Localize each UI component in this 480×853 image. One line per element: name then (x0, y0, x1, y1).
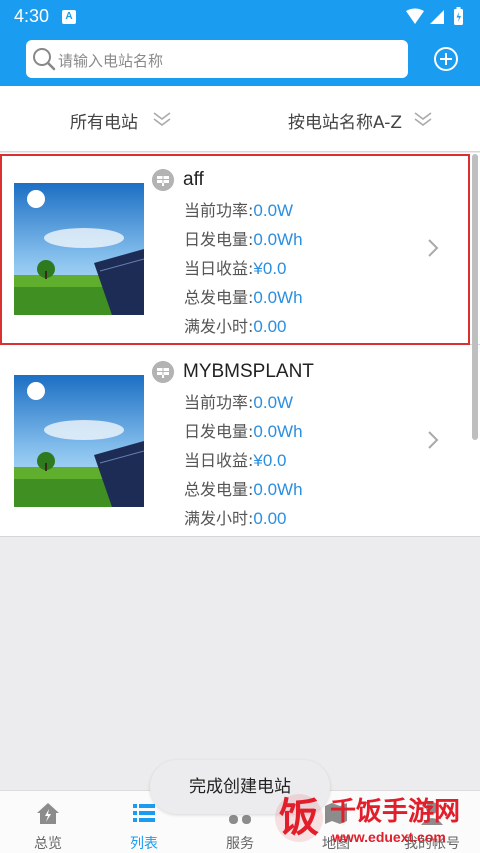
status-time: 4:30 (14, 6, 50, 26)
station-name: aff (183, 169, 204, 190)
metric-label: 总发电量: (184, 288, 254, 307)
daily-income-row: 当日收益:¥0.0 (184, 450, 303, 479)
station-list-item[interactable]: MYBMSPLANT 当前功率:0.0W 日发电量:0.0Wh 当日收益:¥0.… (0, 345, 480, 537)
total-generation-row: 总发电量:0.0Wh (184, 479, 303, 508)
filter-bar: 所有电站 按电站名称A-Z (0, 86, 480, 152)
chevron-down-icon (153, 112, 171, 126)
station-list-item[interactable]: aff 当前功率:0.0W 日发电量:0.0Wh 当日收益:¥0.0 总发电量:… (0, 153, 480, 345)
metric-value: 0.0W (253, 393, 294, 412)
search-icon (33, 48, 56, 71)
current-power-row: 当前功率:0.0W (184, 392, 303, 421)
full-load-hours-row: 满发小时:0.00 (184, 316, 303, 345)
station-thumbnail (14, 183, 144, 315)
tab-label: 列表 (130, 836, 158, 852)
chevron-right-icon (428, 431, 439, 449)
metric-label: 日发电量: (184, 230, 254, 249)
full-load-hours-row: 满发小时:0.00 (184, 508, 303, 537)
metric-value: 0.0Wh (253, 480, 303, 499)
chevron-down-icon (414, 112, 432, 126)
list-scrollbar[interactable] (472, 154, 478, 440)
watermark-url: www.eduext.com (332, 829, 446, 845)
station-list: aff 当前功率:0.0W 日发电量:0.0Wh 当日收益:¥0.0 总发电量:… (0, 153, 480, 537)
daily-generation-row: 日发电量:0.0Wh (184, 229, 303, 258)
station-scope-label: 所有电站 (70, 113, 138, 133)
total-generation-row: 总发电量:0.0Wh (184, 287, 303, 316)
station-icon (152, 169, 174, 191)
metric-value: 0.0Wh (253, 288, 303, 307)
metric-label: 当前功率: (184, 201, 254, 220)
metric-label: 总发电量: (184, 480, 254, 499)
metric-label: 满发小时: (184, 509, 254, 528)
metric-label: 满发小时: (184, 317, 254, 336)
list-icon (133, 804, 155, 822)
current-power-row: 当前功率:0.0W (184, 200, 303, 229)
station-icon (152, 361, 174, 383)
station-metrics: 当前功率:0.0W 日发电量:0.0Wh 当日收益:¥0.0 总发电量:0.0W… (184, 200, 303, 345)
metric-label: 日发电量: (184, 422, 254, 441)
metric-value: 0.00 (253, 509, 287, 528)
site-watermark: 饭 千饭手游网 www.eduext.com (270, 787, 475, 853)
metric-value: 0.0W (253, 201, 294, 220)
watermark-logo-glyph: 饭 (279, 795, 319, 841)
station-scope-filter[interactable]: 所有电站 (70, 108, 171, 133)
station-name: MYBMSPLANT (183, 361, 314, 382)
add-station-button[interactable] (432, 45, 460, 73)
station-metrics: 当前功率:0.0W 日发电量:0.0Wh 当日收益:¥0.0 总发电量:0.0W… (184, 392, 303, 537)
daily-income-row: 当日收益:¥0.0 (184, 258, 303, 287)
metric-value: ¥0.0 (253, 259, 287, 278)
sort-order-label: 按电站名称A-Z (288, 113, 403, 133)
status-bar: 4:30 A (0, 0, 480, 34)
sort-order-filter[interactable]: 按电站名称A-Z (288, 108, 432, 133)
metric-label: 当日收益: (184, 451, 254, 470)
metric-value: 0.00 (253, 317, 287, 336)
home-icon (37, 803, 59, 824)
metric-label: 当前功率: (184, 393, 254, 412)
metric-value: ¥0.0 (253, 451, 287, 470)
app-header: 请输入电站名称 (0, 34, 480, 86)
tab-label: 总览 (34, 836, 62, 852)
tab-overview[interactable]: 总览 (0, 791, 96, 853)
metric-value: 0.0Wh (253, 230, 303, 249)
watermark-logo: 饭 (275, 794, 323, 842)
notification-icon: A (62, 10, 76, 24)
station-search-input[interactable]: 请输入电站名称 (26, 40, 408, 78)
metric-value: 0.0Wh (253, 422, 303, 441)
watermark-title: 千饭手游网 (330, 797, 461, 827)
chevron-right-icon (428, 239, 439, 257)
system-status-icons (406, 7, 463, 25)
daily-generation-row: 日发电量:0.0Wh (184, 421, 303, 450)
search-placeholder: 请输入电站名称 (58, 52, 164, 70)
metric-label: 当日收益: (184, 259, 254, 278)
station-thumbnail (14, 375, 144, 507)
